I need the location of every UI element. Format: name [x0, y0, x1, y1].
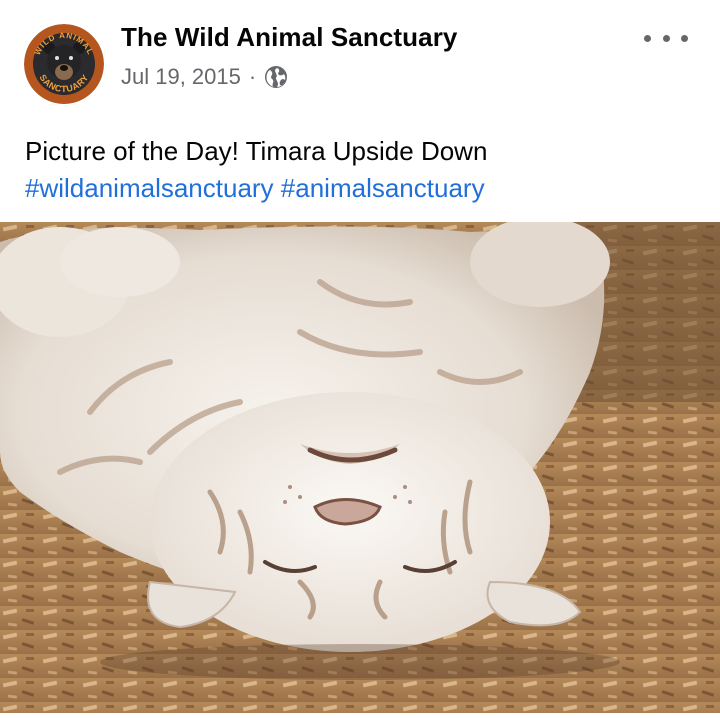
page-name-link[interactable]: The Wild Animal Sanctuary	[121, 22, 457, 53]
meta-separator: ·	[248, 64, 257, 89]
page-avatar[interactable]: WILD ANIMAL SANCTUARY	[24, 24, 104, 104]
hashtag-link[interactable]: #animalsanctuary	[281, 173, 485, 203]
post-photo[interactable]	[0, 217, 720, 713]
caption-text: Picture of the Day! Timara Upside Down	[25, 136, 488, 166]
facebook-post: WILD ANIMAL SANCTUARY The Wild Animal Sa…	[0, 0, 720, 713]
more-options-icon[interactable]	[644, 24, 688, 52]
hashtag-list: #wildanimalsanctuary #animalsanctuary	[25, 170, 705, 207]
hashtag-link[interactable]: #wildanimalsanctuary	[25, 173, 274, 203]
post-meta: Jul 19, 2015 ·	[121, 62, 288, 92]
bear-logo-icon: WILD ANIMAL SANCTUARY	[24, 24, 104, 104]
post-date[interactable]: Jul 19, 2015	[121, 64, 241, 90]
globe-icon[interactable]	[264, 65, 288, 89]
post-caption: Picture of the Day! Timara Upside Down #…	[25, 133, 705, 207]
